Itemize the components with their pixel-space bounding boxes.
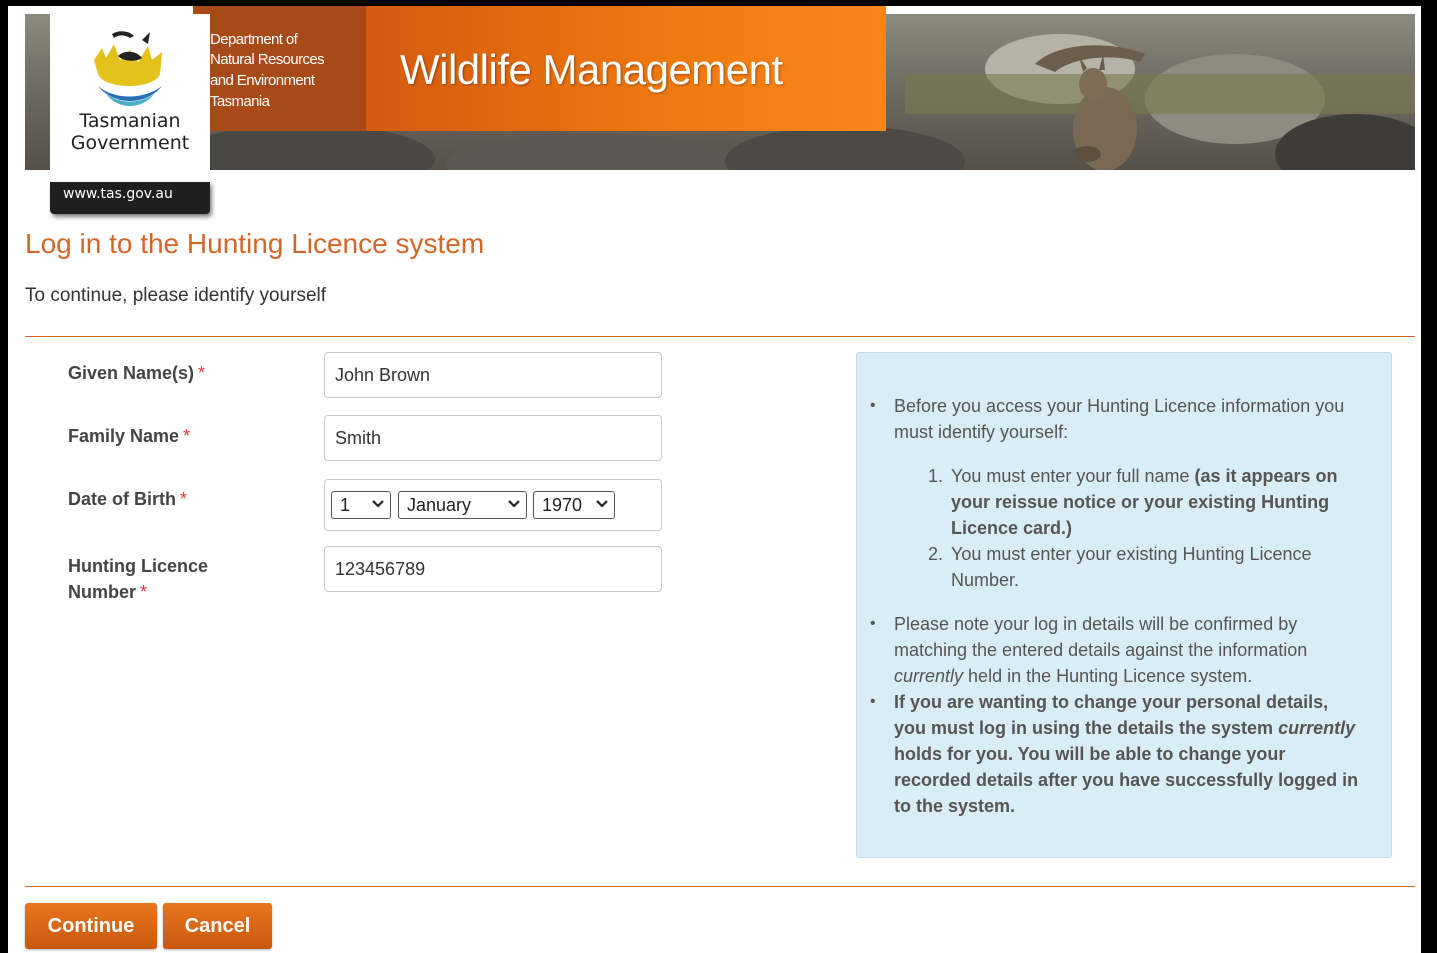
bullet-icon: • [870, 693, 876, 710]
bullet-icon: • [870, 397, 876, 414]
department-line-1: Department of [210, 31, 298, 48]
given-name-input[interactable] [324, 352, 662, 398]
licence-number-input[interactable] [324, 546, 662, 592]
info-bullet-2: Please note your log in details will be … [894, 614, 1308, 686]
required-mark: * [140, 582, 148, 602]
dob-field-group: 1 January 1970 [324, 479, 662, 531]
tasmanian-devil-logo-icon [94, 31, 162, 106]
required-mark: * [198, 363, 206, 383]
required-mark: * [183, 426, 191, 446]
wallaby-image [1035, 45, 1145, 170]
bottom-divider [25, 886, 1415, 887]
page: Department of Natural Resources and Envi… [8, 6, 1421, 953]
numbered-marker-1: 1. [928, 466, 944, 486]
gov-url-link[interactable]: www.tas.gov.au [63, 186, 173, 202]
top-divider [25, 336, 1415, 337]
given-name-label: Given Name(s) * [68, 363, 206, 383]
dob-day-select[interactable]: 1 [331, 491, 391, 519]
chevron-down-icon [372, 500, 384, 508]
family-name-input[interactable] [324, 415, 662, 461]
gov-name-line2: Government [70, 132, 190, 154]
dob-label: Date of Birth * [68, 489, 188, 509]
continue-button[interactable]: Continue [25, 903, 157, 949]
cancel-button[interactable]: Cancel [163, 903, 272, 949]
chevron-down-icon [596, 500, 608, 508]
bullet-icon: • [870, 615, 876, 632]
gov-name-line1: Tasmanian [79, 110, 181, 132]
info-bullet-3: If you are wanting to change your person… [894, 692, 1359, 816]
info-bullet-1: Before you access your Hunting Licence i… [894, 396, 1345, 442]
dob-year-select[interactable]: 1970 [533, 491, 615, 519]
intro-text: To continue, please identify yourself [25, 285, 327, 306]
required-mark: * [180, 489, 188, 509]
family-name-label: Family Name * [68, 426, 191, 446]
dob-month-select[interactable]: January [398, 491, 527, 519]
department-line-2: Natural Resources [210, 51, 325, 68]
page-title: Log in to the Hunting Licence system [25, 228, 485, 259]
numbered-marker-2: 2. [928, 544, 944, 564]
department-line-4: Tasmania [210, 93, 270, 110]
app-title: Wildlife Management [400, 46, 783, 93]
info-numbered-2: You must enter your existing Hunting Lic… [951, 544, 1312, 590]
licence-number-label: Hunting Licence Number * [68, 556, 209, 602]
department-line-3: and Environment [210, 72, 315, 89]
chevron-down-icon [508, 500, 520, 508]
info-numbered-1: You must enter your full name (as it app… [951, 466, 1338, 538]
